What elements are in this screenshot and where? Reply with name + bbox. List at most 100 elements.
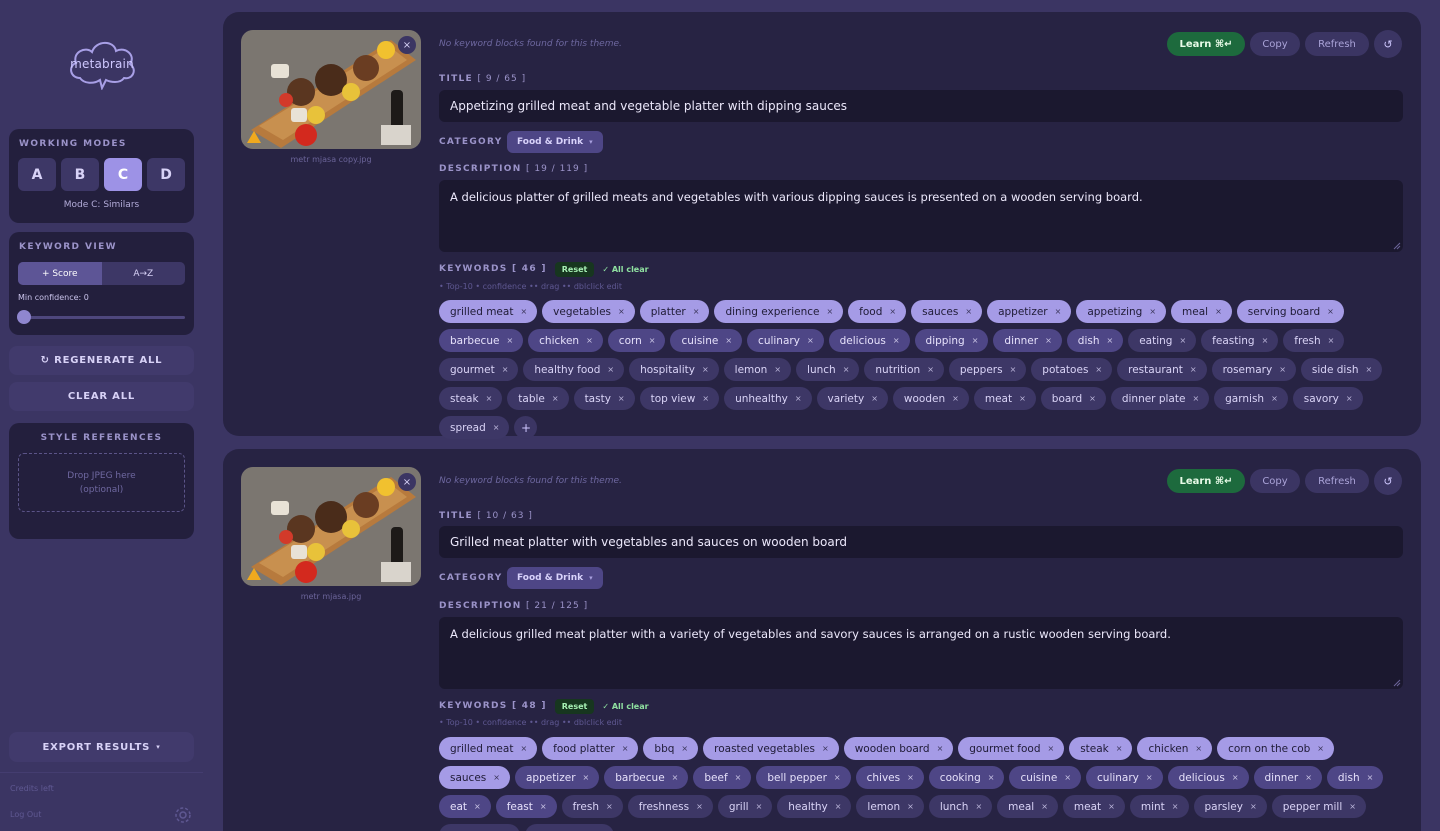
remove-tag-icon[interactable]: × — [756, 802, 763, 811]
sort-alpha-option[interactable]: A→Z — [102, 262, 186, 285]
gear-icon[interactable] — [174, 806, 192, 824]
refresh-button[interactable]: Refresh — [1305, 469, 1369, 493]
remove-tag-icon[interactable]: × — [493, 773, 500, 782]
keyword-tag[interactable]: fresh × — [561, 795, 623, 818]
remove-tag-icon[interactable]: × — [1149, 307, 1156, 316]
remove-tag-icon[interactable]: × — [649, 336, 656, 345]
remove-tag-icon[interactable]: × — [1179, 336, 1186, 345]
remove-tag-icon[interactable]: × — [586, 336, 593, 345]
remove-tag-icon[interactable]: × — [1232, 773, 1239, 782]
remove-tag-icon[interactable]: × — [1327, 307, 1334, 316]
remove-tag-icon[interactable]: × — [965, 307, 972, 316]
remove-tag-icon[interactable]: × — [552, 394, 559, 403]
keyword-tag[interactable]: cooking × — [928, 766, 1005, 789]
description-textarea[interactable]: A delicious grilled meat platter with a … — [439, 617, 1403, 689]
keyword-tag[interactable]: side dish × — [1300, 358, 1383, 381]
remove-tag-icon[interactable]: × — [952, 394, 959, 403]
remove-tag-icon[interactable]: × — [474, 802, 481, 811]
keyword-tag[interactable]: healthy food × — [523, 358, 625, 381]
mode-a-button[interactable]: A — [18, 158, 56, 191]
keyword-tag[interactable]: sauces × — [911, 300, 983, 323]
remove-tag-icon[interactable]: × — [975, 802, 982, 811]
image-thumbnail[interactable]: × — [241, 30, 421, 149]
learn-button[interactable]: Learn ⌘↵ — [1167, 32, 1245, 56]
remove-tag-icon[interactable]: × — [907, 802, 914, 811]
keyword-tag[interactable]: appetizer × — [514, 766, 600, 789]
copy-button[interactable]: Copy — [1250, 469, 1300, 493]
title-input[interactable]: Grilled meat platter with vegetables and… — [439, 526, 1403, 558]
reset-keywords-button[interactable]: Reset — [554, 261, 595, 277]
title-input[interactable]: Appetizing grilled meat and vegetable pl… — [439, 90, 1403, 122]
keyword-tag[interactable]: savory × — [1292, 387, 1363, 410]
remove-tag-icon[interactable]: × — [1019, 394, 1026, 403]
keyword-tag[interactable]: variety × — [816, 387, 888, 410]
remove-tag-icon[interactable]: × — [1146, 773, 1153, 782]
category-select[interactable]: Food & Drink ▾ — [507, 567, 603, 589]
remove-tag-icon[interactable]: × — [618, 394, 625, 403]
resize-handle-icon[interactable] — [1393, 679, 1401, 687]
keyword-tag[interactable]: peppers × — [948, 358, 1027, 381]
keyword-tag[interactable]: hospitality × — [629, 358, 719, 381]
mode-d-button[interactable]: D — [147, 158, 185, 191]
keyword-tag[interactable]: potatoes× — [1031, 358, 1113, 381]
keyword-tag[interactable]: lemon × — [723, 358, 792, 381]
logout-link[interactable]: Log Out — [10, 810, 41, 819]
remove-tag-icon[interactable]: × — [1064, 773, 1071, 782]
keyword-tag[interactable]: dining experience × — [714, 300, 844, 323]
keyword-tag[interactable]: chicken × — [528, 329, 603, 352]
keyword-tag[interactable]: culinary × — [747, 329, 824, 352]
remove-tag-icon[interactable]: × — [1045, 336, 1052, 345]
remove-tag-icon[interactable]: × — [502, 365, 509, 374]
remove-tag-icon[interactable]: × — [937, 744, 944, 753]
remove-tag-icon[interactable]: × — [1365, 365, 1372, 374]
image-thumbnail[interactable]: × — [241, 467, 421, 586]
remove-tag-icon[interactable]: × — [735, 773, 742, 782]
sort-score-option[interactable]: + Score — [18, 262, 102, 285]
remove-tag-icon[interactable]: × — [520, 744, 527, 753]
keyword-tag[interactable]: garnish × — [1214, 387, 1288, 410]
remove-tag-icon[interactable]: × — [1262, 336, 1269, 345]
keyword-tag[interactable]: fresh × — [1283, 329, 1345, 352]
remove-tag-icon[interactable]: × — [540, 802, 547, 811]
keyword-tag[interactable]: healthy × — [777, 795, 852, 818]
remove-tag-icon[interactable]: × — [1271, 394, 1278, 403]
keyword-tag[interactable]: chives × — [855, 766, 924, 789]
resize-handle-icon[interactable] — [1393, 242, 1401, 250]
regenerate-all-button[interactable]: ↻ REGENERATE ALL — [9, 346, 194, 375]
mode-c-button[interactable]: C — [104, 158, 142, 191]
remove-tag-icon[interactable]: × — [520, 307, 527, 316]
keyword-tag[interactable]: gourmet × — [439, 358, 519, 381]
remove-tag-icon[interactable]: × — [725, 336, 732, 345]
keyword-tag[interactable]: feasting × — [1201, 329, 1279, 352]
keyword-tag[interactable]: barbecue × — [604, 766, 689, 789]
keyword-tag[interactable]: restaurant× — [524, 824, 615, 831]
keyword-tag[interactable]: eat × — [439, 795, 491, 818]
remove-tag-icon[interactable]: × — [1107, 336, 1114, 345]
keyword-tag[interactable]: potatoes× — [439, 824, 520, 831]
keyword-tag[interactable]: meat × — [1062, 795, 1125, 818]
keyword-tag[interactable]: cuisine × — [670, 329, 743, 352]
keyword-tag[interactable]: steak × — [439, 387, 503, 410]
keyword-tag[interactable]: top view × — [639, 387, 720, 410]
keyword-tag[interactable]: restaurant× — [1117, 358, 1207, 381]
remove-tag-icon[interactable]: × — [826, 307, 833, 316]
keyword-tag[interactable]: beef × — [693, 766, 752, 789]
remove-tag-icon[interactable]: × — [1279, 365, 1286, 374]
keyword-tag[interactable]: corn on the cob × — [1217, 737, 1334, 760]
remove-tag-icon[interactable]: × — [893, 336, 900, 345]
remove-tag-icon[interactable]: × — [1108, 802, 1115, 811]
remove-tag-icon[interactable]: × — [972, 336, 979, 345]
keyword-tag[interactable]: sauces × — [439, 766, 510, 789]
remove-tag-icon[interactable]: × — [583, 773, 590, 782]
remove-tag-icon[interactable]: × — [1190, 365, 1197, 374]
remove-tag-icon[interactable]: × — [907, 773, 914, 782]
keyword-tag[interactable]: eating × — [1128, 329, 1197, 352]
keyword-tag[interactable]: table × — [507, 387, 569, 410]
remove-tag-icon[interactable]: × — [1317, 744, 1324, 753]
remove-tag-icon[interactable]: × — [702, 394, 709, 403]
remove-tag-icon[interactable]: × — [1367, 773, 1374, 782]
remove-tag-icon[interactable]: × — [1346, 394, 1353, 403]
slider-handle[interactable] — [17, 310, 31, 324]
keyword-tag[interactable]: appetizing × — [1076, 300, 1167, 323]
keyword-tag[interactable]: dinner plate × — [1110, 387, 1210, 410]
